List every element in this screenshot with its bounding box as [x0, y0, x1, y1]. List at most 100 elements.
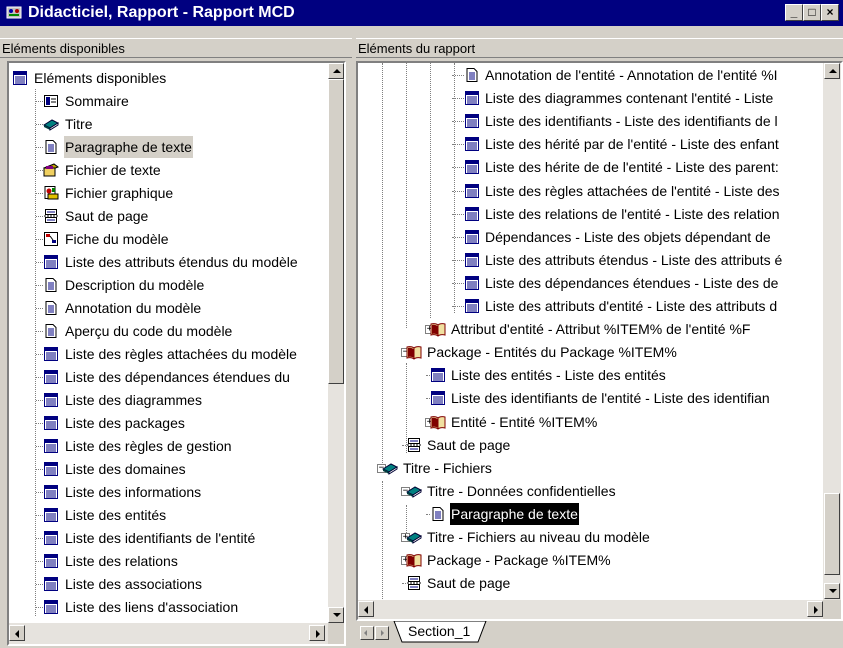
report-element-item[interactable]: Paragraphe de texte — [358, 501, 822, 526]
scroll-up-button[interactable] — [328, 63, 344, 79]
package-icon — [430, 415, 446, 430]
available-element-item[interactable]: Liste des liens d'association — [9, 596, 327, 618]
model-card-icon — [44, 232, 58, 246]
report-element-item[interactable]: Liste des dépendances étendues - Liste d… — [358, 272, 822, 294]
available-element-item[interactable]: Liste des packages — [9, 412, 327, 434]
available-element-label: Liste des identifiants de l'entité — [65, 530, 256, 546]
scroll-right-button[interactable] — [807, 601, 823, 617]
left-vertical-scrollbar[interactable] — [328, 63, 344, 623]
report-element-item[interactable]: Liste des hérite de de l'entité - Liste … — [358, 156, 822, 178]
available-element-item[interactable]: Liste des dépendances étendues du — [9, 366, 327, 388]
available-element-item[interactable]: Fiche du modèle — [9, 228, 327, 250]
tab-scroll-right-button[interactable] — [375, 626, 389, 640]
available-element-item[interactable]: Description du modèle — [9, 274, 327, 296]
available-element-item[interactable]: Liste des informations — [9, 481, 327, 503]
list-icon — [465, 160, 479, 175]
available-element-item[interactable]: Liste des attributs étendus du modèle — [9, 251, 327, 273]
report-element-item[interactable]: + Attribut d'entité - Attribut %ITEM% de … — [358, 318, 822, 340]
available-element-item[interactable]: Liste des diagrammes — [9, 389, 327, 411]
report-element-item[interactable]: − Package - Entités du Package %ITEM% — [358, 341, 822, 363]
available-element-label: Sommaire — [65, 93, 129, 109]
available-element-item[interactable]: Liste des identifiants de l'entité — [9, 527, 327, 549]
left-horizontal-scrollbar[interactable] — [9, 623, 328, 644]
available-element-item[interactable]: Liste des relations — [9, 550, 327, 572]
close-button[interactable]: × — [821, 4, 839, 21]
scroll-down-button[interactable] — [824, 583, 840, 599]
available-element-label: Fiche du modèle — [65, 231, 169, 247]
report-elements-tree[interactable]: Annotation de l'entité - Annotation de l… — [356, 61, 843, 621]
list-icon — [465, 206, 479, 221]
graphic-file-icon — [44, 186, 59, 200]
report-element-item[interactable]: Liste des règles attachées de l'entité -… — [358, 180, 822, 202]
scroll-corner — [823, 600, 841, 619]
report-element-item[interactable]: − Titre - Données confidentielles — [358, 480, 822, 502]
available-element-label: Liste des dépendances étendues du — [65, 369, 290, 385]
minimize-button[interactable]: _ — [785, 4, 803, 21]
report-element-label: Attribut d'entité - Attribut %ITEM% de l… — [451, 321, 751, 338]
report-element-label: Liste des identifiants - Liste des ident… — [485, 113, 778, 130]
scroll-left-button[interactable] — [9, 625, 25, 641]
available-element-label: Aperçu du code du modèle — [65, 323, 233, 339]
report-element-item[interactable]: + Package - Package %ITEM% — [358, 549, 822, 571]
right-horizontal-scrollbar[interactable] — [358, 600, 823, 619]
available-element-item[interactable]: Liste des domaines — [9, 458, 327, 480]
available-element-item[interactable]: Paragraphe de texte — [9, 136, 327, 158]
available-element-item[interactable]: Titre — [9, 113, 327, 135]
report-element-label: Liste des relations de l'entité - Liste … — [485, 205, 780, 222]
report-element-item[interactable]: Liste des attributs d'entité - Liste des… — [358, 295, 822, 317]
list-icon — [465, 183, 479, 198]
report-element-item[interactable]: Liste des relations de l'entité - Liste … — [358, 203, 822, 225]
available-element-item[interactable]: Fichier graphique — [9, 182, 327, 204]
report-element-item[interactable]: Liste des attributs étendus - Liste des … — [358, 249, 822, 271]
list-icon — [465, 91, 479, 106]
available-element-label: Annotation du modèle — [65, 300, 202, 316]
available-element-item[interactable]: Liste des associations — [9, 573, 327, 595]
report-element-item[interactable]: Dépendances - Liste des objets dépendant… — [358, 226, 822, 248]
available-element-item[interactable]: Sommaire — [9, 90, 327, 112]
list-icon — [44, 347, 58, 361]
package-icon — [406, 554, 422, 568]
available-element-item[interactable]: Annotation du modèle — [9, 297, 327, 319]
report-element-label: Liste des diagrammes contenant l'entité … — [485, 90, 774, 107]
tab-section-1-label: Section_1 — [408, 623, 471, 639]
list-icon — [465, 299, 479, 313]
available-element-item[interactable]: Liste des règles de gestion — [9, 435, 327, 457]
report-element-item[interactable]: Saut de page — [358, 572, 822, 594]
scroll-up-button[interactable] — [824, 63, 840, 79]
report-element-label: Liste des attributs étendus - Liste des … — [485, 251, 783, 268]
left-scroll-thumb[interactable] — [328, 79, 344, 384]
report-element-item[interactable]: + Entité - Entité %ITEM% — [358, 411, 822, 433]
report-element-label: Saut de page — [427, 436, 511, 453]
report-element-item[interactable]: Liste des diagrammes contenant l'entité … — [358, 87, 822, 109]
scroll-corner — [328, 623, 344, 644]
scroll-left-button[interactable] — [358, 601, 374, 617]
available-elements-tree[interactable]: Eléments disponibles Sommaire Titre Paragra… — [7, 61, 346, 646]
tab-scroll-left-button[interactable] — [360, 626, 374, 640]
available-element-label: Liste des liens d'association — [65, 599, 239, 615]
report-element-item[interactable]: Liste des hérité par de l'entité - Liste… — [358, 133, 822, 155]
report-element-item[interactable]: Liste des identifiants - Liste des ident… — [358, 110, 822, 132]
list-icon — [465, 137, 479, 152]
available-element-item[interactable]: Fichier de texte — [9, 159, 327, 181]
report-element-item[interactable]: Liste des identifiants de l'entité - Lis… — [358, 387, 822, 409]
available-element-item[interactable]: Saut de page — [9, 205, 327, 227]
available-element-item[interactable]: Liste des entités — [9, 504, 327, 526]
report-element-item[interactable]: Annotation de l'entité - Annotation de l… — [358, 64, 822, 86]
available-element-item[interactable]: Liste des règles attachées du modèle — [9, 343, 327, 365]
scroll-right-button[interactable] — [309, 625, 325, 641]
report-element-item[interactable]: − Titre - Fichiers — [358, 457, 822, 479]
book-icon — [382, 463, 398, 475]
report-element-item[interactable]: + Titre - Fichiers au niveau du modèle — [358, 526, 822, 548]
maximize-button[interactable]: □ — [803, 4, 821, 21]
summary-icon — [44, 95, 58, 107]
available-element-label: Liste des domaines — [65, 461, 186, 477]
list-icon — [44, 416, 58, 430]
report-element-item[interactable]: Liste des entités - Liste des entités — [358, 364, 822, 386]
available-element-item[interactable]: Aperçu du code du modèle — [9, 320, 327, 342]
report-element-label: Titre - Données confidentielles — [427, 482, 616, 499]
available-element-item[interactable]: Eléments disponibles — [9, 67, 327, 89]
scroll-down-button[interactable] — [328, 607, 344, 623]
right-vertical-scrollbar[interactable] — [823, 63, 841, 600]
report-element-item[interactable]: Saut de page — [358, 434, 822, 456]
right-scroll-thumb[interactable] — [824, 493, 840, 575]
